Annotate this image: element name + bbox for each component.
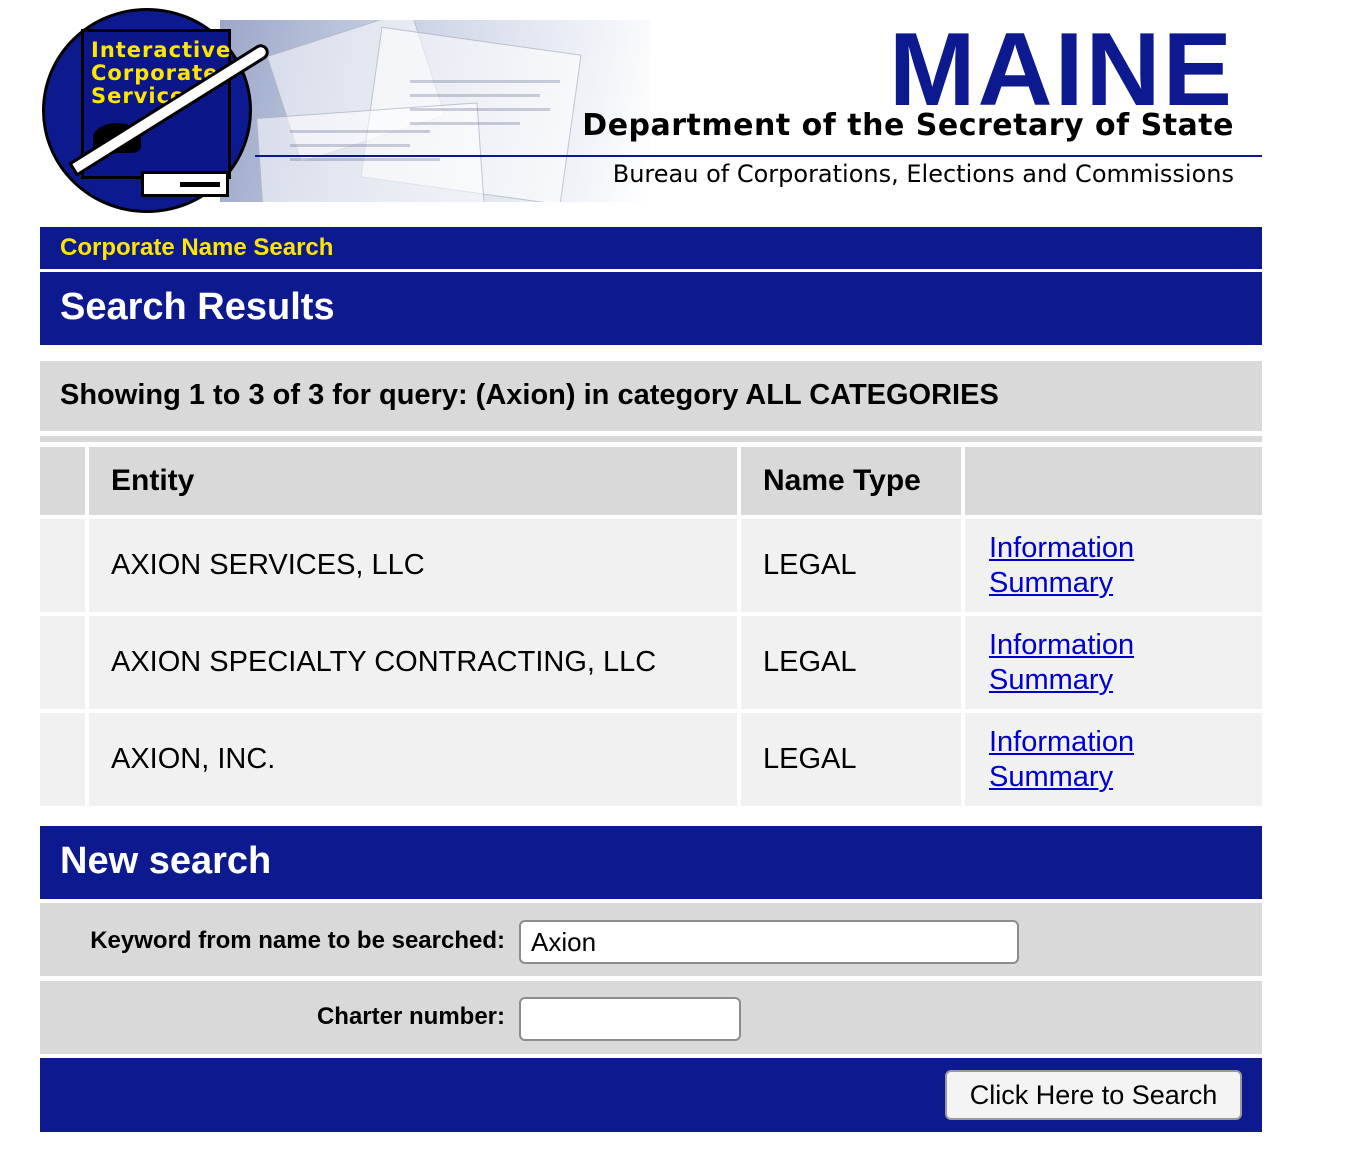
summary-divider [40, 436, 1262, 442]
site-banner: Interactive Corporate Services MAINE Dep… [40, 0, 1262, 215]
charter-number-label: Charter number: [316, 1003, 505, 1030]
entity-name: AXION SERVICES, LLC [85, 515, 739, 614]
results-summary: Showing 1 to 3 of 3 for query: (Axion) i… [40, 361, 1262, 431]
column-header-name-type: Name Type [737, 447, 963, 517]
banner-divider [255, 155, 1262, 157]
column-header-blank [40, 447, 87, 517]
name-type: LEGAL [737, 612, 963, 711]
column-header-links [961, 447, 1262, 517]
breadcrumb: Corporate Name Search [40, 227, 1262, 269]
entity-name: AXION SPECIALTY CONTRACTING, LLC [85, 612, 739, 711]
row-spacer [40, 515, 87, 614]
row-spacer [40, 709, 87, 806]
row-spacer [40, 612, 87, 711]
search-button[interactable]: Click Here to Search [945, 1070, 1242, 1120]
search-results-heading: Search Results [40, 272, 1262, 345]
table-row: AXION SPECIALTY CONTRACTING, LLC LEGAL I… [40, 612, 1262, 711]
link-cell: Information Summary [961, 515, 1262, 614]
name-type: LEGAL [737, 709, 963, 806]
results-table: Entity Name Type AXION SERVICES, LLC LEG… [40, 447, 1262, 806]
table-row: AXION SERVICES, LLC LEGAL Information Su… [40, 515, 1262, 614]
link-cell: Information Summary [961, 709, 1262, 806]
link-cell: Information Summary [961, 612, 1262, 711]
information-summary-link[interactable]: Information Summary [989, 628, 1169, 698]
keyword-label: Keyword from name to be searched: [90, 927, 505, 954]
new-search-heading: New search [40, 826, 1262, 899]
charter-number-input[interactable] [519, 997, 741, 1041]
name-type: LEGAL [737, 515, 963, 614]
table-header-row: Entity Name Type [40, 447, 1262, 517]
table-row: AXION, INC. LEGAL Information Summary [40, 709, 1262, 806]
computer-base-icon [141, 171, 229, 197]
ics-logo: Interactive Corporate Services [42, 8, 272, 213]
state-title: MAINE [888, 12, 1234, 128]
information-summary-link[interactable]: Information Summary [989, 725, 1169, 795]
page: Interactive Corporate Services MAINE Dep… [40, 0, 1262, 1132]
keyword-input[interactable] [519, 920, 1019, 964]
keyword-row: Keyword from name to be searched: [40, 903, 1262, 976]
entity-name: AXION, INC. [85, 709, 739, 806]
submit-bar: Click Here to Search [40, 1058, 1262, 1132]
charter-row: Charter number: [40, 981, 1262, 1054]
department-title: Department of the Secretary of State [582, 108, 1234, 143]
column-header-entity: Entity [85, 447, 739, 517]
bureau-title: Bureau of Corporations, Elections and Co… [612, 160, 1234, 188]
information-summary-link[interactable]: Information Summary [989, 531, 1169, 601]
